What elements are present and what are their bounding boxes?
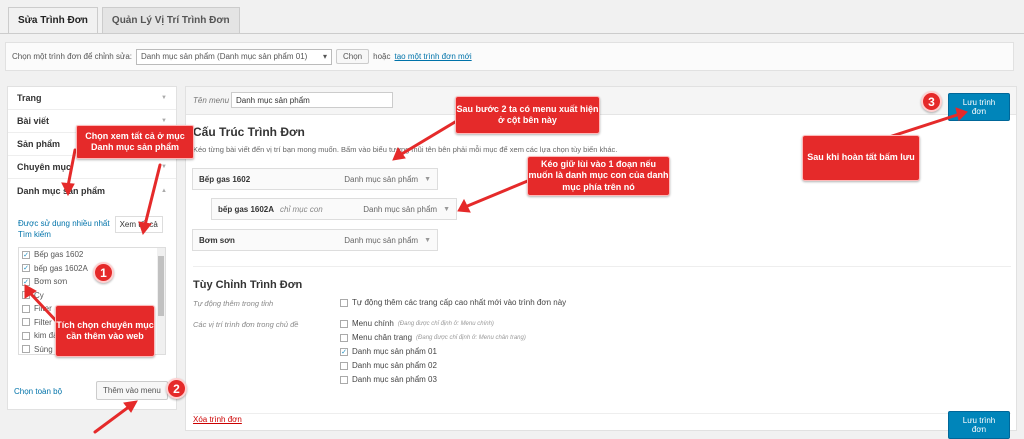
annotation-check-categories: Tích chọn chuyên mục cần thêm vào web <box>55 305 155 357</box>
step-number-1: 1 <box>93 262 114 283</box>
arrow-to-add-button <box>93 404 132 434</box>
arrow-to-view-all <box>143 163 162 227</box>
arrow-to-product-categories <box>66 148 77 188</box>
annotation-menu-appears: Sau bước 2 ta có menu xuất hiện ở cột bê… <box>455 96 600 134</box>
annotation-drag-indent: Kéo giữ lùi vào 1 đoạn nếu muốn là danh … <box>527 156 670 196</box>
step-number-2: 2 <box>166 378 187 399</box>
arrow-to-subitem <box>463 178 532 209</box>
step-number-3: 3 <box>921 91 942 112</box>
arrow-to-menu-structure <box>398 120 457 157</box>
annotation-view-all: Chọn xem tất cả ở mục Danh mục sản phẩm <box>76 125 194 159</box>
annotation-save: Sau khi hoàn tất bấm lưu <box>802 135 920 181</box>
annotation-arrows <box>24 107 968 434</box>
